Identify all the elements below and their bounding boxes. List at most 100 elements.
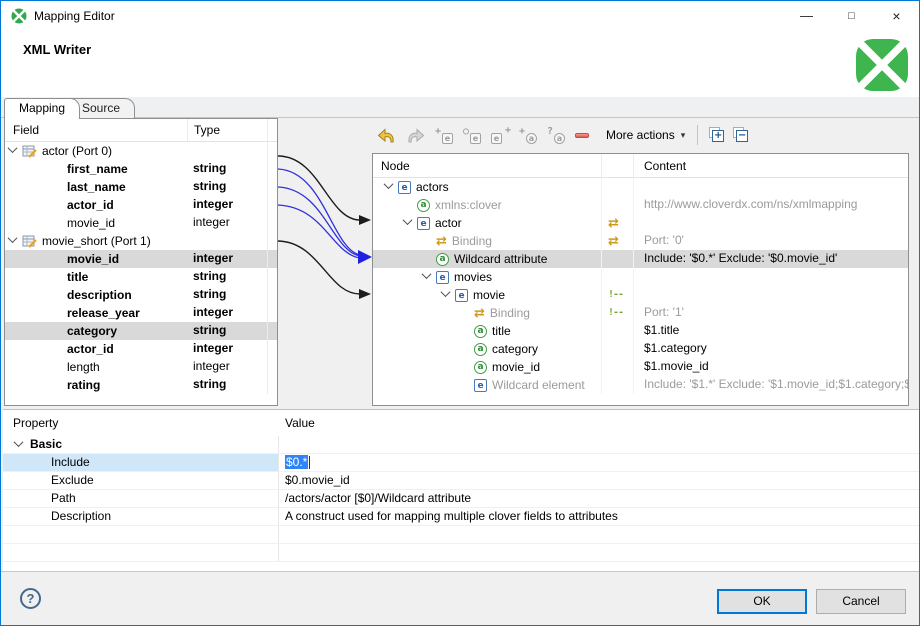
maximize-button[interactable]: □: [829, 1, 874, 31]
node-label: Wildcard element: [492, 377, 585, 394]
field-row[interactable]: titlestring: [5, 268, 277, 286]
field-cell: rating: [5, 376, 187, 394]
type-cell: integer: [187, 304, 267, 322]
field-row[interactable]: ratingstring: [5, 376, 277, 394]
value-cell[interactable]: /actors/actor [$0]/Wildcard attribute: [279, 490, 919, 507]
node-cell: amovie_id: [373, 358, 601, 376]
property-row[interactable]: Include $0.*: [3, 454, 919, 472]
node-row[interactable]: eactors: [373, 178, 908, 196]
add-child-element-button[interactable]: +e: [432, 124, 456, 146]
add-wildcard-attribute-button[interactable]: ?a: [544, 124, 568, 146]
omit-null-icon: !--: [608, 289, 623, 301]
tab-mapping[interactable]: Mapping: [4, 98, 80, 119]
field-row[interactable]: movie_short (Port 1): [5, 232, 277, 250]
node-row[interactable]: acategory$1.category: [373, 340, 908, 358]
spacer-cell: [267, 322, 277, 340]
value-text: A construct used for mapping multiple cl…: [285, 509, 618, 523]
chevron-down-icon[interactable]: [14, 437, 24, 447]
property-row[interactable]: Path/actors/actor [$0]/Wildcard attribut…: [3, 490, 919, 508]
field-row[interactable]: last_namestring: [5, 178, 277, 196]
node-row[interactable]: aWildcard attributeInclude: '$0.*' Exclu…: [373, 250, 908, 268]
node-row[interactable]: amovie_id$1.movie_id: [373, 358, 908, 376]
close-button[interactable]: ×: [874, 1, 919, 31]
property-label: Description: [51, 508, 111, 525]
chevron-down-icon[interactable]: [403, 215, 413, 225]
cloverdx-logo-icon: [853, 36, 911, 94]
value-cell[interactable]: $0.movie_id: [279, 472, 919, 489]
node-row[interactable]: atitle$1.title: [373, 322, 908, 340]
remove-icon: [575, 133, 589, 138]
property-group-row[interactable]: Basic: [3, 436, 919, 454]
chevron-down-icon[interactable]: [8, 233, 18, 243]
value-text: $0.movie_id: [285, 473, 350, 487]
field-label: actor_id: [67, 341, 114, 358]
chevron-down-icon[interactable]: [384, 179, 394, 189]
chevron-down-icon: ▾: [681, 130, 686, 141]
undo-button[interactable]: [374, 124, 399, 146]
add-attribute-button[interactable]: +a: [516, 124, 540, 146]
property-cell: Exclude: [3, 472, 279, 489]
toolbar-separator: [697, 125, 698, 145]
ok-button[interactable]: OK: [717, 589, 807, 614]
help-button[interactable]: ?: [20, 588, 41, 609]
value-cell: [279, 436, 919, 453]
value-cell[interactable]: A construct used for mapping multiple cl…: [279, 508, 919, 525]
property-label: Include: [51, 454, 90, 471]
field-row[interactable]: actor_idinteger: [5, 196, 277, 214]
minimize-button[interactable]: —: [784, 1, 829, 31]
content-cell: Include: '$0.*' Exclude: '$0.movie_id': [633, 250, 908, 268]
node-row[interactable]: eWildcard elementInclude: '$1.*' Exclude…: [373, 376, 908, 394]
remove-button[interactable]: [572, 124, 592, 146]
field-table: Field Type actor (Port 0)first_namestrin…: [4, 118, 278, 406]
field-cell: category: [5, 322, 187, 340]
redo-button[interactable]: [403, 124, 428, 146]
node-row[interactable]: eactor⇄: [373, 214, 908, 232]
add-element-button[interactable]: +e: [488, 124, 512, 146]
field-row[interactable]: first_namestring: [5, 160, 277, 178]
collapse-all-button[interactable]: −: [731, 126, 749, 144]
chevron-down-icon[interactable]: [422, 269, 432, 279]
node-row[interactable]: emovies: [373, 268, 908, 286]
node-label: actors: [416, 179, 449, 196]
cancel-button[interactable]: Cancel: [816, 589, 906, 614]
field-row[interactable]: descriptionstring: [5, 286, 277, 304]
node-cell: emovie: [373, 286, 601, 304]
field-row[interactable]: actor_idinteger: [5, 340, 277, 358]
field-row[interactable]: actor (Port 0): [5, 142, 277, 160]
node-row[interactable]: axmlns:cloverhttp://www.cloverdx.com/ns/…: [373, 196, 908, 214]
field-cell: actor (Port 0): [5, 142, 187, 160]
more-actions-button[interactable]: More actions ▾: [600, 126, 691, 144]
field-label: release_year: [67, 305, 140, 322]
attribute-icon: a: [474, 325, 487, 338]
chevron-down-icon[interactable]: [8, 143, 18, 153]
field-row[interactable]: lengthinteger: [5, 358, 277, 376]
type-cell: [187, 232, 267, 250]
property-row[interactable]: Exclude $0.movie_id: [3, 472, 919, 490]
field-row[interactable]: movie_idinteger: [5, 250, 277, 268]
attribute-icon: a: [436, 253, 449, 266]
field-row[interactable]: release_year integer: [5, 304, 277, 322]
title-bar[interactable]: Mapping Editor — □ ×: [1, 1, 919, 31]
node-cell: ⇄Binding: [373, 304, 601, 322]
content-cell: [633, 286, 908, 304]
node-label: actor: [435, 215, 462, 232]
wrap-element-button[interactable]: ○e: [460, 124, 484, 146]
node-row[interactable]: emovie !--: [373, 286, 908, 304]
property-cell: Path: [3, 490, 279, 507]
field-row[interactable]: movie_idinteger: [5, 214, 277, 232]
spacer-cell: [267, 268, 277, 286]
node-row[interactable]: ⇄Binding!--Port: '1': [373, 304, 908, 322]
value-column-header: Value: [279, 410, 919, 436]
value-cell[interactable]: $0.*: [279, 454, 919, 471]
expand-all-button[interactable]: +: [707, 126, 725, 144]
node-cell: axmlns:clover: [373, 196, 601, 214]
node-row[interactable]: ⇄Binding⇄Port: '0': [373, 232, 908, 250]
field-label: actor_id: [67, 197, 114, 214]
content-cell: $1.category: [633, 340, 908, 358]
property-row[interactable]: Description A construct used for mapping …: [3, 508, 919, 526]
mapping-arrow-last-name[interactable]: [278, 187, 360, 256]
field-row[interactable]: categorystring: [5, 322, 277, 340]
chevron-down-icon[interactable]: [441, 287, 451, 297]
property-column-header: Property: [3, 410, 279, 436]
spacer-cell: [267, 250, 277, 268]
